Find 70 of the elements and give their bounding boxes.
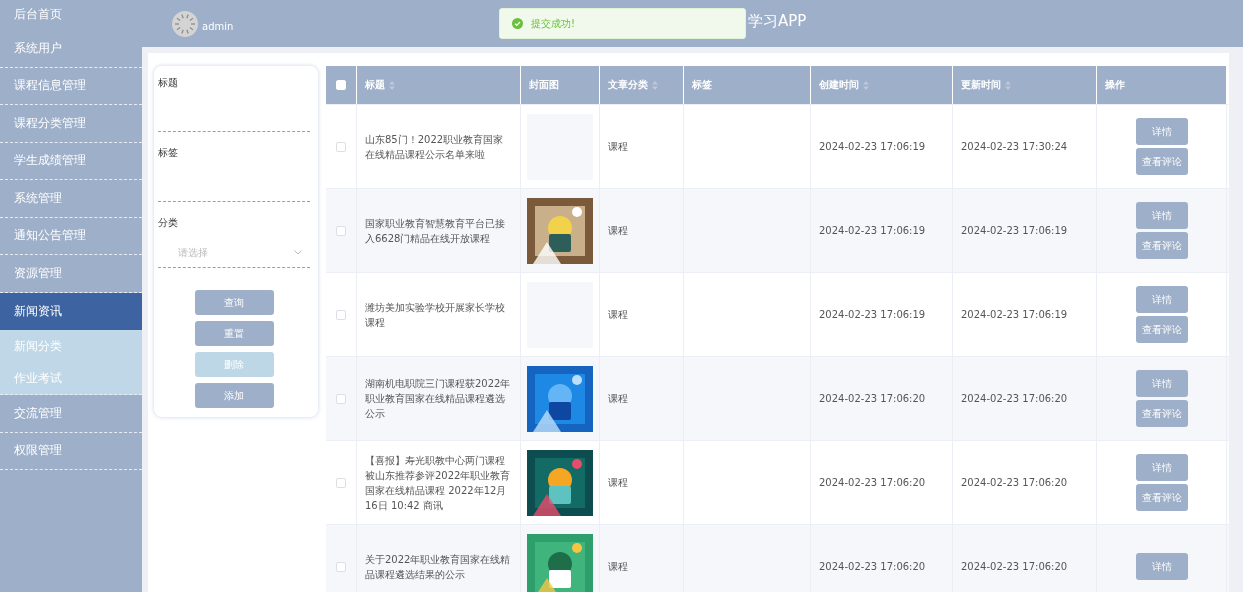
action-button[interactable]: 详情 xyxy=(1135,454,1188,481)
table-cell-text: 【喜报】寿光职教中心两门课程被山东推荐参评2022年职业教育国家在线精品课程 2022年12月16日 10:42 商讯 xyxy=(365,453,512,513)
sidebar-subitem[interactable]: 作业考试 xyxy=(0,362,142,394)
sidebar-item[interactable]: 新闻资讯 xyxy=(0,292,142,330)
table-cell-text: 关于2022年职业教育国家在线精品课程遴选结果的公示 xyxy=(365,552,512,582)
row-checkbox[interactable] xyxy=(336,309,346,320)
action-button[interactable]: 查看评论 xyxy=(1135,400,1188,427)
row-checkbox[interactable] xyxy=(336,561,346,572)
row-checkbox[interactable] xyxy=(336,393,346,404)
table-cell-text: 湖南机电职院三门课程获2022年职业教育国家在线精品课程遴选公示 xyxy=(365,377,512,421)
table-cell-text: 2024-02-23 17:06:19 xyxy=(819,308,926,322)
table-cell-text: 潍坊美加实验学校开展家长学校课程 xyxy=(365,300,506,330)
action-button[interactable]: 查看评论 xyxy=(1135,232,1188,259)
table-cell-text: 2024-02-23 17:06:20 xyxy=(819,476,926,490)
table-cell-text: 2024-02-23 17:06:19 xyxy=(819,224,926,238)
table-cell-text: 课程 xyxy=(608,140,628,154)
user-name: admin xyxy=(202,21,234,32)
action-button[interactable]: 查看评论 xyxy=(1135,148,1188,175)
table-cell-text: 2024-02-23 17:06:20 xyxy=(961,476,1068,490)
field-label: 标签 xyxy=(158,146,178,160)
action-button[interactable]: 查看评论 xyxy=(1135,484,1188,511)
action-button[interactable]: 详情 xyxy=(1135,202,1188,229)
sort-icon[interactable] xyxy=(652,80,658,90)
table-cell-text: 山东85门！2022职业教育国家在线精品课程公示名单来啦 xyxy=(365,132,505,162)
action-button[interactable]: 详情 xyxy=(1135,553,1188,580)
check-circle-icon xyxy=(512,18,523,29)
filter-button[interactable]: 查询 xyxy=(194,290,274,315)
app-title: 学习APP xyxy=(748,12,807,31)
row-checkbox[interactable] xyxy=(336,225,346,236)
table-cell-text: 2024-02-23 17:06:19 xyxy=(961,224,1068,238)
sort-icon[interactable] xyxy=(389,80,395,90)
toast-message: 提交成功! xyxy=(531,16,575,31)
column-header: 封面图 xyxy=(529,78,559,92)
action-button[interactable]: 详情 xyxy=(1135,118,1188,145)
table-cell-text: 2024-02-23 17:06:20 xyxy=(961,392,1068,406)
chevron-down-icon xyxy=(294,250,302,255)
sidebar-subitem[interactable]: 新闻分类 xyxy=(0,330,142,362)
column-header[interactable]: 标题 xyxy=(365,78,385,92)
table-cell-text: 课程 xyxy=(608,308,628,322)
table-cell-text: 2024-02-23 17:06:20 xyxy=(819,560,926,574)
table-cell-text: 2024-02-23 17:06:19 xyxy=(961,308,1068,322)
column-header[interactable]: 创建时间 xyxy=(819,78,859,92)
select-all-checkbox[interactable] xyxy=(336,80,346,90)
table-cell-text: 2024-02-23 17:06:19 xyxy=(819,140,926,154)
table-cell-text: 课程 xyxy=(608,224,628,238)
table-cell-text: 国家职业教育智慧教育平台已接入6628门精品在线开放课程 xyxy=(365,216,506,246)
filter-button[interactable]: 重置 xyxy=(194,321,274,346)
table-cell-text: 课程 xyxy=(608,392,628,406)
action-button[interactable]: 详情 xyxy=(1135,286,1188,313)
field-label: 标题 xyxy=(158,76,178,90)
action-button[interactable]: 详情 xyxy=(1135,370,1188,397)
row-checkbox[interactable] xyxy=(336,141,346,152)
table-cell-text: 2024-02-23 17:30:24 xyxy=(961,140,1068,154)
category-select[interactable]: 请选择 xyxy=(158,238,310,268)
column-header[interactable]: 文章分类 xyxy=(608,78,648,92)
table-cell-text: 2024-02-23 17:06:20 xyxy=(819,392,926,406)
sort-icon[interactable] xyxy=(863,80,869,90)
table-cell-text: 课程 xyxy=(608,476,628,490)
sort-icon[interactable] xyxy=(1005,80,1011,90)
column-header: 操作 xyxy=(1105,78,1125,92)
column-header: 标签 xyxy=(692,78,712,92)
row-checkbox[interactable] xyxy=(336,477,346,488)
table-cell-text: 2024-02-23 17:06:20 xyxy=(961,560,1068,574)
sidebar-item[interactable]: 后台首页 xyxy=(0,0,142,30)
field-label: 分类 xyxy=(158,216,178,230)
filter-button[interactable]: 添加 xyxy=(194,383,274,408)
table-cell-text: 课程 xyxy=(608,560,628,574)
spinner-icon xyxy=(172,10,198,37)
action-button[interactable]: 查看评论 xyxy=(1135,316,1188,343)
column-header[interactable]: 更新时间 xyxy=(961,78,1001,92)
